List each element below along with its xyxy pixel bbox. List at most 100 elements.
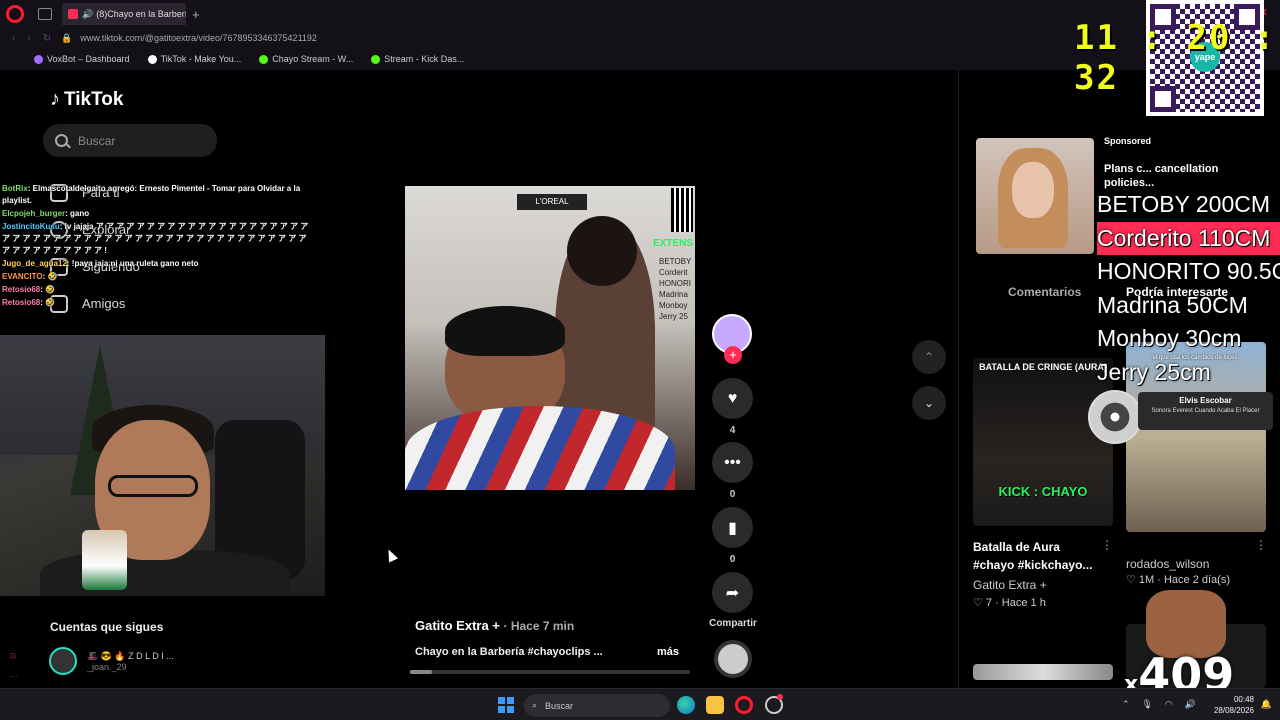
share-icon[interactable]: ➦	[712, 572, 753, 613]
windows-start-icon[interactable]	[498, 697, 514, 713]
video-overlay-tag: EXTENS	[652, 238, 693, 249]
opera-logo-icon[interactable]	[6, 5, 24, 23]
counter-value: 409	[1138, 648, 1235, 688]
bookmark-item[interactable]: TikTok - Make You...	[147, 54, 241, 64]
notification-bell-icon[interactable]: 🔔	[1261, 699, 1272, 710]
url-field[interactable]: www.tiktok.com/@gatitoextra/video/767895…	[80, 33, 317, 43]
chat-text: : 🤣	[40, 285, 56, 294]
now-playing-artist: Elvis Escobar	[1179, 396, 1232, 405]
video-caption: Chayo en la Barbería #chayoclips ...	[415, 646, 603, 658]
browser-tab-active[interactable]: 🔊 (8)Chayo en la Barbería	[62, 3, 186, 25]
rec-thumb-footer: KICK : CHAYO	[998, 484, 1088, 499]
vinyl-icon	[1088, 390, 1142, 444]
mouse-cursor	[383, 547, 399, 563]
edge-icon[interactable]	[677, 696, 695, 714]
bookmark-icon[interactable]: ▮	[712, 507, 753, 548]
more-options-icon[interactable]: ⋮	[1255, 538, 1267, 552]
tiktok-note-icon: ♪	[50, 88, 60, 110]
chat-message: JostincitoKusu: lv jajaja ア ア ア ア ア ア ア …	[2, 221, 312, 257]
follow-plus-button[interactable]: +	[724, 346, 742, 364]
bookmark-label: Chayo Stream - W...	[272, 54, 354, 64]
forward-button[interactable]: ›	[27, 33, 30, 44]
tiktok-logo[interactable]: ♪ TikTok	[50, 88, 123, 111]
chevron-up-icon[interactable]: ⌃	[1122, 699, 1130, 710]
file-explorer-icon[interactable]	[706, 696, 724, 714]
notification-badge	[777, 694, 783, 700]
video-qr	[671, 188, 693, 232]
chat-username: Retosio68	[2, 298, 41, 307]
chat-text: : Elmascotaldelgaito agregó: Ernesto Pim…	[2, 184, 301, 205]
ranking-entry: BETOBY 200CM	[1097, 191, 1271, 217]
more-options-icon[interactable]: ⋮	[1101, 538, 1113, 552]
ad-thumbnail[interactable]	[976, 138, 1094, 254]
next-video-button[interactable]: ⌄	[912, 386, 946, 420]
ad-text[interactable]: Plans c... cancellation policies...	[1104, 162, 1224, 190]
lock-icon[interactable]: 🔒	[61, 33, 72, 44]
ranking-entry: HONORITO 90.5C	[1097, 258, 1280, 284]
video-overlay-name: BETOBY	[659, 257, 692, 266]
taskbar-date: 28/08/2026	[1213, 706, 1254, 715]
wifi-icon[interactable]: ◠	[1165, 699, 1173, 710]
rec-video-thumbnail[interactable]	[973, 664, 1113, 680]
back-button[interactable]: ‹	[12, 33, 15, 44]
progress-fill	[410, 670, 433, 674]
previous-video-button[interactable]: ⌃	[912, 340, 946, 374]
tiktok-favicon-icon	[68, 9, 78, 19]
followed-account[interactable]: 🎩 😎 🔥 Z D L D I ... _joan._29	[49, 647, 174, 675]
ranking-overlay: BETOBY 200CM Corderito 110CM HONORITO 90.5…	[1097, 188, 1280, 389]
more-button[interactable]: más	[657, 646, 679, 658]
author-name[interactable]: Gatito Extra +	[415, 618, 500, 633]
reload-button[interactable]: ↻	[43, 33, 51, 44]
rec-video-title[interactable]: Batalla de Aura #chayo #kickchayo...	[973, 538, 1103, 574]
microphone-icon[interactable]: 🎙	[1141, 699, 1152, 710]
search-input[interactable]: Buscar	[43, 124, 217, 157]
stream-chat-overlay: BotRix: Elmascotaldelgaito agregó: Ernes…	[2, 183, 312, 310]
glasses	[108, 475, 198, 497]
bookmark-item[interactable]: VoxBot – Dashboard	[34, 54, 130, 64]
share-action: ➦	[712, 572, 753, 613]
heart-icon[interactable]: ♥	[712, 378, 753, 419]
bookmark-item[interactable]: Stream - Kick Das...	[371, 54, 464, 64]
rec-video-stats: ♡ 1M · Hace 2 día(s)	[1126, 574, 1231, 586]
bookmark-item[interactable]: Chayo Stream - W...	[259, 54, 353, 64]
music-disc-icon[interactable]	[714, 640, 752, 678]
like-count: 4	[729, 425, 736, 436]
chat-username: JostincitoKusu	[2, 222, 60, 231]
chat-message: BotRix: Elmascotaldelgaito agregó: Ernes…	[2, 183, 312, 207]
taskbar-search[interactable]: ⌕ Buscar	[524, 694, 670, 717]
stream-clock: 11 : 20 : 32	[1074, 18, 1277, 98]
search-icon: ⌕	[532, 700, 538, 710]
share-label: Compartir	[709, 618, 757, 629]
rec-video-thumbnail[interactable]	[973, 358, 1113, 526]
chat-username: BotRix	[2, 184, 28, 193]
barber-cape	[405, 406, 675, 490]
tab-comments[interactable]: Comentarios	[1008, 285, 1081, 299]
ranking-entry: Madrina 50CM	[1097, 291, 1248, 318]
video-store-sign: L'OREAL	[517, 194, 587, 210]
video-player[interactable]: L'OREAL EXTENS BETOBY Corderit HONORI Madri…	[405, 186, 695, 490]
speaker-icon[interactable]: 🔊	[82, 9, 93, 20]
tab-islands-icon[interactable]	[38, 8, 52, 20]
tiktok-page: ♪ TikTok Buscar Para ti Explorar Siguien…	[0, 70, 1280, 688]
webcam-feed	[0, 335, 325, 596]
following-heading: Cuentas que sigues	[50, 620, 164, 634]
save-action: ▮ 0	[712, 507, 753, 565]
rec-thumb-title: BATALLA DE CRINGE (AURA)	[979, 362, 1107, 372]
post-time: · Hace 7 min	[503, 619, 575, 633]
new-tab-button[interactable]: +	[192, 7, 200, 22]
opera-icon[interactable]	[735, 696, 753, 714]
more-dots[interactable]: ···	[10, 672, 18, 681]
taskbar-clock[interactable]: 00:48 28/08/2026	[1214, 694, 1254, 716]
video-progress-bar[interactable]	[410, 670, 690, 674]
chat-text: : 🤣	[42, 272, 58, 281]
video-author[interactable]: Gatito Extra + · Hace 7 min	[415, 618, 574, 633]
chat-message: Jugo_de_agua12: !paya jaja ni una ruleta…	[2, 258, 312, 270]
rec-video-author[interactable]: Gatito Extra +	[973, 578, 1047, 592]
comment-icon[interactable]: •••	[712, 442, 753, 483]
video-overlay-name: Jerry 25	[659, 312, 688, 321]
volume-icon[interactable]: 🔊	[1185, 699, 1196, 710]
comment-action: ••• 0	[712, 442, 753, 500]
like-action: ♥ 4	[712, 378, 753, 436]
video-overlay-name: Madrina	[659, 290, 688, 299]
rec-video-author[interactable]: rodados_wilson	[1126, 557, 1209, 571]
